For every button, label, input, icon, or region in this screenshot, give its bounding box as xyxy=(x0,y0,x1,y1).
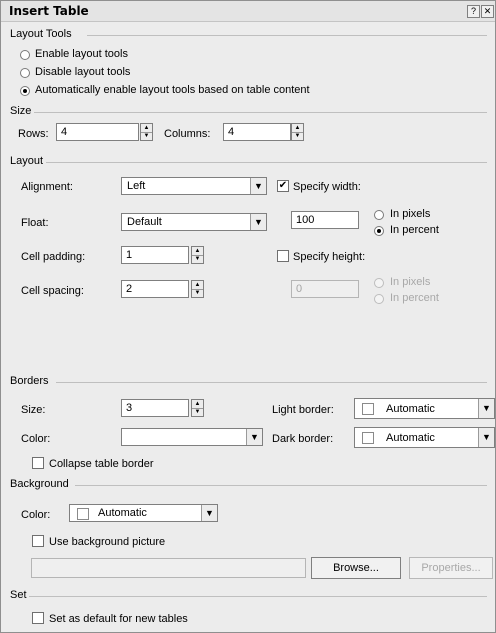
alignment-select[interactable]: Left ▼ xyxy=(121,177,267,195)
layout-section-label: Layout xyxy=(10,155,44,167)
height-in-pixels-label: In pixels xyxy=(390,276,431,288)
border-size-label: Size: xyxy=(21,404,46,416)
specify-height-label: Specify height: xyxy=(293,251,366,263)
background-color-value: Automatic xyxy=(98,507,147,519)
color-swatch xyxy=(362,432,374,444)
float-select[interactable]: Default ▼ xyxy=(121,213,267,231)
border-size-field[interactable]: 3 xyxy=(121,399,189,417)
set-default-label: Set as default for new tables xyxy=(49,613,188,625)
spin-down-icon[interactable]: ▼ xyxy=(192,255,203,263)
chevron-down-icon[interactable]: ▼ xyxy=(201,505,217,521)
size-section-label: Size xyxy=(10,105,32,117)
columns-label: Columns: xyxy=(164,128,211,140)
alignment-value: Left xyxy=(127,180,146,192)
light-border-select[interactable]: Automatic ▼ xyxy=(354,398,495,419)
cell-padding-spinner[interactable]: ▲ ▼ xyxy=(191,246,204,264)
layout-divider xyxy=(46,162,487,163)
columns-field[interactable]: 4 xyxy=(223,123,291,141)
insert-table-dialog: Insert Table ? ✕ Layout Tools Enable lay… xyxy=(0,0,496,633)
background-section-label: Background xyxy=(10,478,69,490)
size-divider xyxy=(34,112,487,113)
browse-button[interactable]: Browse... xyxy=(311,557,401,579)
width-in-percent-radio[interactable] xyxy=(374,226,384,236)
enable-layout-tools-radio[interactable] xyxy=(20,50,30,60)
width-in-pixels-label: In pixels xyxy=(390,208,431,220)
use-background-picture-label: Use background picture xyxy=(49,536,166,548)
spin-down-icon[interactable]: ▼ xyxy=(192,408,203,416)
spin-down-icon[interactable]: ▼ xyxy=(192,289,203,297)
width-in-percent-label: In percent xyxy=(390,224,439,236)
height-field[interactable]: 0 xyxy=(291,280,359,298)
dark-border-value: Automatic xyxy=(386,432,435,444)
cell-padding-field[interactable]: 1 xyxy=(121,246,189,264)
borders-section-label: Borders xyxy=(10,375,49,387)
chevron-down-icon[interactable]: ▼ xyxy=(246,429,262,445)
rows-spinner[interactable]: ▲ ▼ xyxy=(140,123,153,141)
enable-layout-tools-label: Enable layout tools xyxy=(35,48,128,60)
color-swatch xyxy=(362,403,374,415)
background-picture-path-field[interactable] xyxy=(31,558,306,578)
width-field[interactable]: 100 xyxy=(291,211,359,229)
borders-divider xyxy=(56,382,487,383)
height-in-percent-label: In percent xyxy=(390,292,439,304)
cell-spacing-spinner[interactable]: ▲ ▼ xyxy=(191,280,204,298)
float-value: Default xyxy=(127,216,162,228)
background-color-select[interactable]: Automatic ▼ xyxy=(69,504,218,522)
dark-border-label: Dark border: xyxy=(272,433,334,445)
spin-down-icon[interactable]: ▼ xyxy=(141,132,152,140)
height-in-pixels-radio[interactable] xyxy=(374,278,384,288)
layout-tools-section-label: Layout Tools xyxy=(10,28,72,40)
dialog-title: Insert Table xyxy=(9,4,89,18)
height-in-percent-radio[interactable] xyxy=(374,294,384,304)
close-button[interactable]: ✕ xyxy=(481,5,494,18)
rows-field[interactable]: 4 xyxy=(56,123,139,141)
specify-width-checkbox[interactable]: ✔ xyxy=(277,180,289,192)
chevron-down-icon[interactable]: ▼ xyxy=(250,178,266,194)
disable-layout-tools-label: Disable layout tools xyxy=(35,66,131,78)
background-color-label: Color: xyxy=(21,509,51,521)
background-divider xyxy=(75,485,487,486)
chevron-down-icon[interactable]: ▼ xyxy=(478,428,494,447)
set-divider xyxy=(29,596,487,597)
alignment-label: Alignment: xyxy=(21,181,73,193)
auto-layout-tools-radio[interactable] xyxy=(20,86,30,96)
width-in-pixels-radio[interactable] xyxy=(374,210,384,220)
cell-padding-label: Cell padding: xyxy=(21,251,86,263)
spin-down-icon[interactable]: ▼ xyxy=(292,132,303,140)
columns-spinner[interactable]: ▲ ▼ xyxy=(291,123,304,141)
set-section-label: Set xyxy=(10,589,27,601)
specify-width-label: Specify width: xyxy=(293,181,361,193)
dark-border-select[interactable]: Automatic ▼ xyxy=(354,427,495,448)
use-background-picture-checkbox[interactable] xyxy=(32,535,44,547)
check-icon: ✔ xyxy=(278,180,288,191)
disable-layout-tools-radio[interactable] xyxy=(20,68,30,78)
specify-height-checkbox[interactable] xyxy=(277,250,289,262)
light-border-value: Automatic xyxy=(386,403,435,415)
chevron-down-icon[interactable]: ▼ xyxy=(250,214,266,230)
light-border-label: Light border: xyxy=(272,404,334,416)
cell-spacing-field[interactable]: 2 xyxy=(121,280,189,298)
color-swatch xyxy=(77,508,89,520)
layout-tools-divider xyxy=(87,35,487,36)
collapse-border-checkbox[interactable] xyxy=(32,457,44,469)
collapse-border-label: Collapse table border xyxy=(49,458,154,470)
rows-label: Rows: xyxy=(18,128,49,140)
help-button[interactable]: ? xyxy=(467,5,480,18)
auto-layout-tools-label: Automatically enable layout tools based … xyxy=(35,84,310,96)
set-default-checkbox[interactable] xyxy=(32,612,44,624)
border-color-select[interactable]: ▼ xyxy=(121,428,263,446)
chevron-down-icon[interactable]: ▼ xyxy=(478,399,494,418)
border-size-spinner[interactable]: ▲ ▼ xyxy=(191,399,204,417)
title-bar: Insert Table ? ✕ xyxy=(1,1,495,22)
float-label: Float: xyxy=(21,217,49,229)
cell-spacing-label: Cell spacing: xyxy=(21,285,84,297)
border-color-label: Color: xyxy=(21,433,51,445)
properties-button[interactable]: Properties... xyxy=(409,557,493,579)
